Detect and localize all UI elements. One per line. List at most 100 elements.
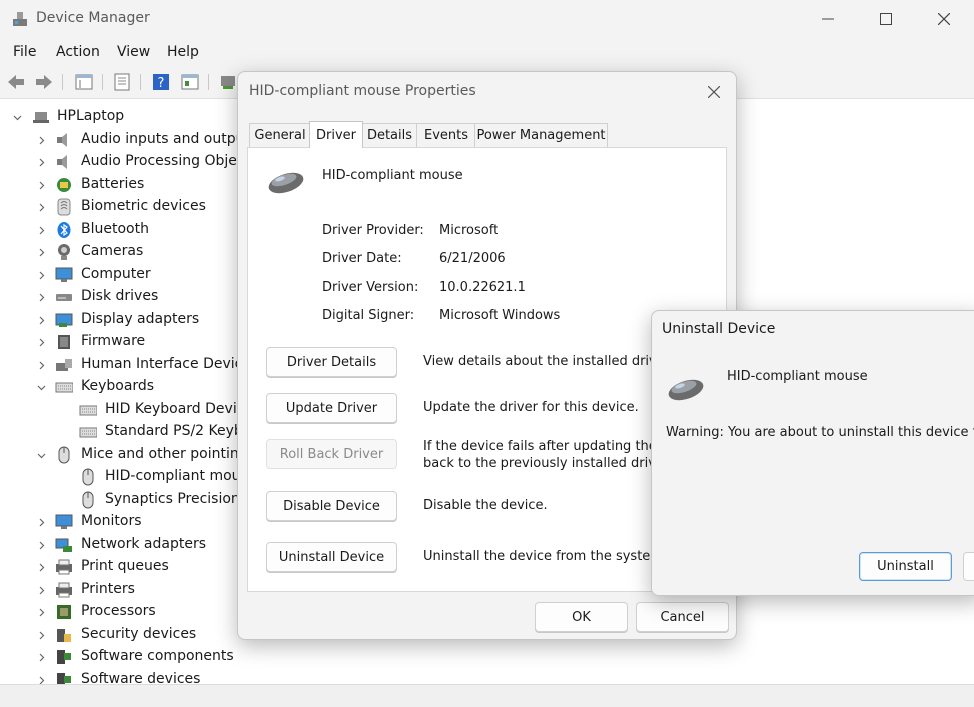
tab-driver[interactable]: Driver <box>309 121 363 148</box>
tree-item-security-devices[interactable]: Security devices <box>0 624 240 646</box>
dialog-close-button[interactable] <box>704 82 724 102</box>
tree-item-software-components[interactable]: Software components <box>0 646 240 668</box>
chevron-down-icon[interactable] <box>36 450 46 460</box>
chevron-right-icon[interactable] <box>36 292 46 302</box>
tree-item-label: Audio Processing Objects <box>81 153 258 169</box>
menu-file[interactable]: File <box>13 44 36 60</box>
tree-item-hid-keyboard-device[interactable]: HID Keyboard Device <box>0 399 253 421</box>
menu-action[interactable]: Action <box>56 44 100 60</box>
camera-icon <box>58 244 70 260</box>
mouse-icon <box>82 468 94 486</box>
tree-item-firmware[interactable]: Firmware <box>0 331 240 353</box>
chevron-right-icon[interactable] <box>36 135 46 145</box>
chevron-right-icon[interactable] <box>36 270 46 280</box>
minimize-button[interactable] <box>810 6 846 32</box>
tree-item-cameras[interactable]: Cameras <box>0 241 240 263</box>
processor-icon <box>57 605 71 619</box>
tree-item-label: HPLaptop <box>57 108 125 124</box>
tab-events[interactable]: Events <box>416 123 476 147</box>
tree-item-audio-inputs-and-outputs[interactable]: Audio inputs and outputs <box>0 129 257 151</box>
chip-icon <box>58 335 70 349</box>
driver-details-button[interactable]: Driver Details <box>266 347 397 377</box>
tree-item-label: Biometric devices <box>81 198 206 214</box>
chevron-right-icon[interactable] <box>36 585 46 595</box>
chevron-right-icon[interactable] <box>36 540 46 550</box>
document-icon[interactable] <box>112 72 132 92</box>
tab-power-management[interactable]: Power Management <box>474 123 608 147</box>
scan-hardware-icon[interactable] <box>218 72 238 92</box>
tree-item-biometric-devices[interactable]: Biometric devices <box>0 196 240 218</box>
chevron-right-icon[interactable] <box>36 247 46 257</box>
tree-item-batteries[interactable]: Batteries <box>0 174 240 196</box>
close-button[interactable] <box>926 6 962 32</box>
cancel-button[interactable]: Cancel <box>636 602 729 632</box>
tree-item-display-adapters[interactable]: Display adapters <box>0 309 240 331</box>
chevron-down-icon[interactable] <box>36 382 46 392</box>
maximize-button[interactable] <box>868 6 904 32</box>
properties-grid-icon[interactable] <box>74 72 94 92</box>
tree-item-audio-processing-objects[interactable]: Audio Processing Objects <box>0 151 257 173</box>
tree-item-standard-ps-2-keyboard[interactable]: Standard PS/2 Keyboard <box>0 421 274 443</box>
uninstall-device-dialog: Uninstall Device HID-compliant mouse War… <box>651 310 974 596</box>
chevron-right-icon[interactable] <box>36 157 46 167</box>
chevron-down-icon[interactable] <box>12 112 22 122</box>
update-driver-button[interactable]: Update Driver <box>266 393 397 423</box>
tree-item-software-devices[interactable]: Software devices <box>0 669 240 684</box>
tree-item-hplaptop[interactable]: HPLaptop <box>0 106 240 128</box>
chevron-right-icon[interactable] <box>36 180 46 190</box>
tree-item-printers[interactable]: Printers <box>0 579 240 601</box>
uninstall-cancel-button[interactable] <box>963 552 974 581</box>
uninstall-dialog-title: Uninstall Device <box>662 321 776 337</box>
tree-item-processors[interactable]: Processors <box>0 601 240 623</box>
chevron-right-icon[interactable] <box>36 675 46 684</box>
ok-button[interactable]: OK <box>535 602 628 632</box>
tree-item-label: Monitors <box>81 513 142 529</box>
tree-item-label: Cameras <box>81 243 144 259</box>
hid-icon <box>56 359 72 371</box>
chevron-right-icon[interactable] <box>36 562 46 572</box>
chevron-right-icon[interactable] <box>36 607 46 617</box>
disable-device-button[interactable]: Disable Device <box>266 491 397 521</box>
tree-item-bluetooth[interactable]: Bluetooth <box>0 219 240 241</box>
tree-item-label: Software devices <box>81 671 201 684</box>
display-adapter-icon <box>55 313 73 327</box>
mouse-icon <box>82 491 94 509</box>
bluetooth-icon <box>57 222 71 238</box>
back-arrow-icon[interactable] <box>6 72 26 92</box>
device-manager-icon <box>13 12 27 26</box>
forward-arrow-icon[interactable] <box>34 72 54 92</box>
tree-item-human-interface-devices[interactable]: Human Interface Devices <box>0 354 258 376</box>
tree-item-monitors[interactable]: Monitors <box>0 511 240 533</box>
show-hidden-icon[interactable] <box>180 72 200 92</box>
tree-item-mice-and-other-pointing-devices[interactable]: Mice and other pointing devices <box>0 444 305 466</box>
monitor-icon <box>55 514 73 529</box>
chevron-right-icon[interactable] <box>36 630 46 640</box>
menu-bar: File Action View Help <box>0 38 974 66</box>
menu-help[interactable]: Help <box>167 44 199 60</box>
chevron-right-icon[interactable] <box>36 517 46 527</box>
tree-item-print-queues[interactable]: Print queues <box>0 556 240 578</box>
chevron-right-icon[interactable] <box>36 202 46 212</box>
uninstall-confirm-button[interactable]: Uninstall <box>859 552 952 581</box>
window-title: Device Manager <box>36 10 150 26</box>
menu-view[interactable]: View <box>117 44 150 60</box>
chevron-right-icon[interactable] <box>36 225 46 235</box>
tree-item-network-adapters[interactable]: Network adapters <box>0 534 240 556</box>
chevron-right-icon[interactable] <box>36 315 46 325</box>
chevron-right-icon[interactable] <box>36 652 46 662</box>
tree-item-computer[interactable]: Computer <box>0 264 240 286</box>
tab-general[interactable]: General <box>249 123 311 147</box>
printer-icon <box>56 559 72 575</box>
help-icon[interactable]: ? <box>151 72 171 92</box>
chevron-right-icon[interactable] <box>36 337 46 347</box>
security-icon <box>57 629 71 642</box>
tree-item-label: Network adapters <box>81 536 206 552</box>
uninstall-device-button[interactable]: Uninstall Device <box>266 542 397 572</box>
tree-item-hid-compliant-mouse[interactable]: HID-compliant mouse <box>0 466 256 488</box>
tab-details[interactable]: Details <box>361 123 418 147</box>
tree-item-keyboards[interactable]: Keyboards <box>0 376 240 398</box>
printer-icon <box>56 582 72 598</box>
tree-item-synaptics-precisiontouchpad[interactable]: Synaptics PrecisionTouchPad <box>0 489 305 511</box>
tree-item-disk-drives[interactable]: Disk drives <box>0 286 240 308</box>
chevron-right-icon[interactable] <box>36 360 46 370</box>
